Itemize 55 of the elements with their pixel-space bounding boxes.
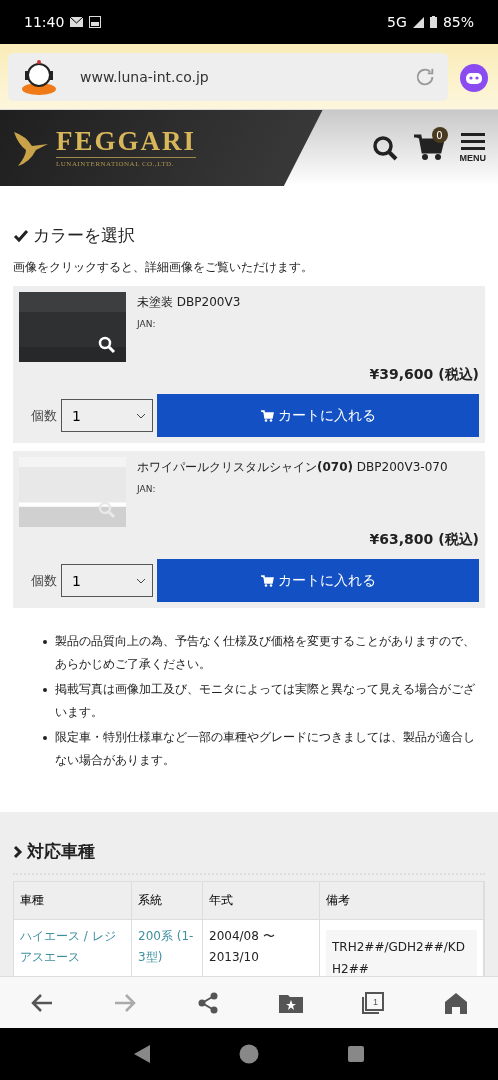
notification-icon — [89, 16, 102, 28]
mail-icon — [70, 17, 84, 27]
cart-icon — [260, 409, 274, 422]
chevron-down-icon — [136, 412, 146, 419]
chevron-icon — [13, 844, 23, 859]
product-name: 未塗装 DBP200V3 — [137, 294, 241, 311]
battery-icon — [429, 16, 437, 28]
cart-button[interactable] — [411, 133, 446, 163]
bookmarks-button[interactable] — [278, 992, 303, 1013]
cart-icon — [260, 574, 274, 587]
product-name: ホワイパールクリスタルシャイン(070) DBP200V3-070 — [137, 459, 448, 476]
battery-level: 85% — [442, 14, 474, 30]
jan-label: JAN: — [137, 484, 157, 494]
zoom-icon[interactable] — [98, 336, 116, 354]
tabs-button[interactable]: 1 — [362, 991, 385, 1014]
add-to-cart-button[interactable]: カートに入れる — [157, 394, 479, 437]
bullet-icon — [43, 688, 47, 692]
home-button[interactable] — [444, 991, 469, 1014]
brand-name: FEGGARI — [56, 128, 196, 155]
url-text: www.luna-int.co.jp — [80, 68, 209, 85]
section-title: 対応車種 — [27, 840, 95, 863]
signal-icon — [412, 16, 424, 28]
price: ¥39,600 (税込) — [368, 366, 479, 384]
check-icon — [13, 228, 29, 243]
table-link[interactable]: ハイエース / レジアスエース — [14, 919, 132, 976]
home-icon[interactable] — [239, 1044, 259, 1064]
robot-icon — [20, 58, 58, 95]
section-title: カラーを選択 — [33, 224, 135, 247]
note-text: 掲載写真は画像加工及び、モニタによっては実際と異なって見える場合がございます。 — [55, 681, 476, 721]
chevron-down-icon — [136, 577, 146, 584]
note-text: 限定車・特別仕様車など一部の車種やグレードにつきましては、製品が適合しない場合があります。 — [55, 729, 476, 769]
recents-icon[interactable] — [347, 1046, 364, 1062]
cart-count: 0 — [431, 127, 448, 143]
quantity-label: 個数 — [31, 406, 57, 425]
menu-button[interactable]: MENU — [459, 133, 486, 163]
search-icon[interactable] — [371, 135, 398, 161]
clock: 11:40 — [24, 14, 65, 30]
quantity-select[interactable]: 1 — [61, 399, 153, 432]
quantity-label: 個数 — [31, 571, 57, 590]
add-to-cart-button[interactable]: カートに入れる — [157, 559, 479, 602]
table-cell: 2004/08 〜 2013/10 — [203, 919, 320, 976]
table-cell: TRH2##/GDH2##/KDH2## — [326, 930, 477, 976]
bullet-icon — [43, 736, 47, 740]
table-link[interactable]: 200系 (1-3型) — [132, 919, 203, 976]
bullet-icon — [43, 640, 47, 644]
quantity-select[interactable]: 1 — [61, 564, 153, 597]
back-button[interactable] — [29, 991, 54, 1014]
hint-text: 画像をクリックすると、詳細画像をご覧いただけます。 — [13, 259, 314, 276]
price: ¥63,800 (税込) — [368, 531, 479, 549]
address-bar[interactable]: www.luna-int.co.jp — [8, 52, 448, 101]
jan-label: JAN: — [137, 319, 157, 329]
back-icon[interactable] — [134, 1045, 151, 1063]
network-type: 5G — [387, 14, 407, 30]
share-button[interactable] — [197, 991, 220, 1014]
note-text: 製品の品質向上の為、予告なく仕様及び価格を変更することがありますので、あらかじめご了承ください。 — [55, 633, 476, 673]
